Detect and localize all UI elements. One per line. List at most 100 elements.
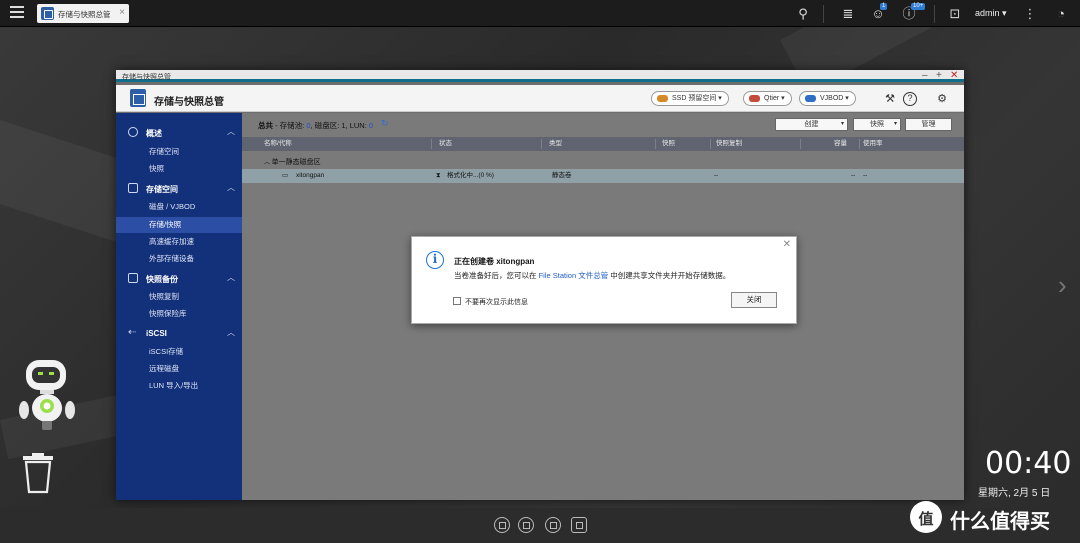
dock-app-icon-3[interactable] [545, 517, 561, 533]
chevron-up-icon[interactable]: ︿ [227, 126, 235, 137]
tools-icon[interactable]: ⚒ [883, 92, 897, 106]
search-icon[interactable]: ⚲ [794, 5, 812, 23]
group-row[interactable]: ︿ 单一静态磁盘区 [264, 157, 321, 167]
sidebar-item-snapshot-vault[interactable]: 快照保险库 [116, 306, 242, 322]
chevron-down-icon[interactable]: ︿ [264, 160, 272, 166]
event-notification-icon[interactable]: ⓘ 10+ [900, 3, 926, 23]
sidebar-item-lun-import-export[interactable]: LUN 导入/导出 [116, 378, 242, 394]
dashboard-gauge-icon[interactable]: ◔ [1052, 5, 1070, 23]
sidebar-item-disks-vjbod[interactable]: 磁盘 / VJBOD [116, 199, 242, 215]
sidebar: 概述 ︿ 存储空间 快照 存储空间 ︿ 磁盘 / VJBOD 存储/快照 高速缓… [116, 113, 242, 500]
window-title: 存储与快照总管 [122, 74, 171, 81]
taskbar-tab-storage[interactable]: 存储与快照总管 × [37, 4, 129, 23]
window-titlebar[interactable]: 存储与快照总管 – + ✕ [116, 70, 964, 82]
watermark-logo-icon [910, 501, 942, 533]
column-header[interactable]: 状态 [439, 137, 452, 151]
vjbod-button-label: VJBOD ▾ [820, 95, 849, 102]
close-icon[interactable]: ✕ [783, 239, 791, 250]
qtier-button[interactable]: Qtier ▾ [743, 91, 792, 106]
helpdesk-robot-icon[interactable] [16, 358, 78, 432]
sidebar-group-iscsi[interactable]: ⇠ iSCSI ︿ [116, 324, 242, 342]
minimize-button[interactable]: – [922, 70, 928, 82]
column-header[interactable]: 使用率 [863, 137, 883, 151]
info-icon: i [426, 251, 444, 269]
disk-icon: ▭ [282, 172, 289, 179]
more-options-icon[interactable]: ⋮ [1021, 5, 1039, 23]
sidebar-item-remote-disk[interactable]: 远程磁盘 [116, 361, 242, 377]
dock-app-icon-4[interactable] [571, 517, 587, 533]
sidebar-item-cache-acceleration[interactable]: 高速缓存加速 [116, 234, 242, 250]
notification-badge: 1 [880, 3, 888, 10]
dock-app-icon-1[interactable] [494, 517, 510, 533]
create-button-label: 创建 [804, 121, 819, 128]
background-tasks-icon[interactable]: ≣ [839, 5, 857, 23]
sidebar-item-external-storage[interactable]: 外部存储设备 [116, 251, 242, 267]
taskbar-tab-label: 存储与快照总管 [58, 10, 111, 19]
file-station-link[interactable]: File Station 文件总管 [539, 271, 609, 280]
dialog-close-button[interactable]: 关闭 [731, 292, 777, 308]
sidebar-item-storage-space[interactable]: 存储空间 [116, 144, 242, 160]
snapshot-backup-icon [128, 273, 138, 283]
chevron-up-icon[interactable]: ︿ [227, 272, 235, 283]
qtier-button-label: Qtier ▾ [764, 95, 785, 102]
snapshot-button[interactable]: 快照 ▾ [853, 118, 901, 131]
sidebar-item-storage-snapshots[interactable]: 存储/快照 [116, 217, 242, 233]
column-header[interactable]: 类型 [549, 137, 562, 151]
column-header[interactable]: 快照复制 [716, 137, 742, 151]
dialog-message: 当卷准备好后，您可以在 File Station 文件总管 中创建共享文件夹并开… [454, 270, 730, 281]
volume-capacity: -- [851, 172, 856, 179]
ssd-overprovision-button[interactable]: SSD 预留空间 ▾ [651, 91, 729, 106]
site-watermark: 什么值得买 [910, 499, 1078, 535]
dialog-message-text: 当卷准备好后，您可以在 [454, 271, 539, 280]
refresh-icon[interactable]: ↻ [381, 118, 389, 129]
window-close-button[interactable]: ✕ [950, 70, 958, 82]
sidebar-item-snapshot[interactable]: 快照 [116, 161, 242, 177]
dont-show-again-label[interactable]: 不要再次显示此信息 [465, 297, 528, 307]
recycle-bin-icon[interactable] [21, 452, 55, 494]
next-page-arrow-icon[interactable]: › [1058, 270, 1067, 301]
column-header[interactable]: 容量 [834, 137, 847, 151]
sidebar-group-label: 概述 [146, 129, 162, 138]
column-header[interactable]: 快照 [662, 137, 675, 151]
close-icon[interactable]: × [119, 7, 125, 18]
vjbod-button[interactable]: VJBOD ▾ [799, 91, 856, 106]
summary-lun-count: 0 [368, 121, 374, 130]
storage-app-logo-icon [130, 89, 146, 107]
sidebar-item-iscsi-storage[interactable]: iSCSI存储 [116, 344, 242, 360]
storage-summary: 总共 - 存储池: 0, 磁盘区: 1, LUN: 0 [258, 120, 373, 131]
table-row[interactable]: ▭ xitongpan ⧗ 格式化中...(0 %) 静态卷 -- -- -- [242, 169, 964, 183]
sidebar-group-storage[interactable]: 存储空间 ︿ [116, 179, 242, 197]
settings-gear-icon[interactable]: ⚙ [935, 92, 949, 106]
storage-icon [128, 183, 138, 193]
divider [431, 139, 432, 149]
chevron-up-icon[interactable]: ︿ [227, 327, 235, 338]
user-menu[interactable]: admin ▾ [975, 8, 1007, 19]
chevron-up-icon[interactable]: ︿ [227, 182, 235, 193]
sidebar-group-overview[interactable]: 概述 ︿ [116, 123, 242, 141]
sidebar-group-snapshot-backup[interactable]: 快照备份 ︿ [116, 269, 242, 287]
help-icon[interactable]: ? [903, 92, 917, 106]
sidebar-group-label: 存储空间 [146, 185, 178, 194]
dialog-title: 正在创建卷 xitongpan [454, 257, 535, 266]
notification-icon[interactable]: ☺ 1 [869, 3, 888, 23]
summary-pools-label: - 存储池: [275, 121, 305, 130]
column-header[interactable]: 名称/代称 [264, 137, 292, 151]
create-button[interactable]: 创建 ▾ [775, 118, 848, 131]
app-header: 存储与快照总管 SSD 预留空间 ▾ Qtier ▾ VJBOD ▾ ⚒ ? ⚙ [116, 85, 964, 112]
ssd-icon [657, 95, 668, 102]
event-badge: 10+ [911, 3, 926, 10]
sidebar-item-snapshot-replica[interactable]: 快照复制 [116, 289, 242, 305]
manage-button[interactable]: 管理 [905, 118, 952, 131]
divider [800, 139, 801, 149]
divider [934, 5, 935, 23]
table-header: 名称/代称 状态 类型 快照 快照复制 容量 使用率 [242, 137, 964, 151]
dont-show-again-checkbox[interactable] [453, 297, 461, 305]
desktop-date: 星期六, 2月 5 日 [978, 488, 1051, 499]
maximize-button[interactable]: + [936, 70, 942, 82]
dock-app-icon-2[interactable] [518, 517, 534, 533]
volume-usage: -- [863, 172, 868, 179]
main-menu-icon[interactable] [10, 6, 24, 20]
user-avatar-icon[interactable]: ⊡ [946, 5, 964, 23]
watermark-text: 什么值得买 [950, 511, 1050, 533]
chevron-down-icon: ▾ [840, 121, 844, 127]
